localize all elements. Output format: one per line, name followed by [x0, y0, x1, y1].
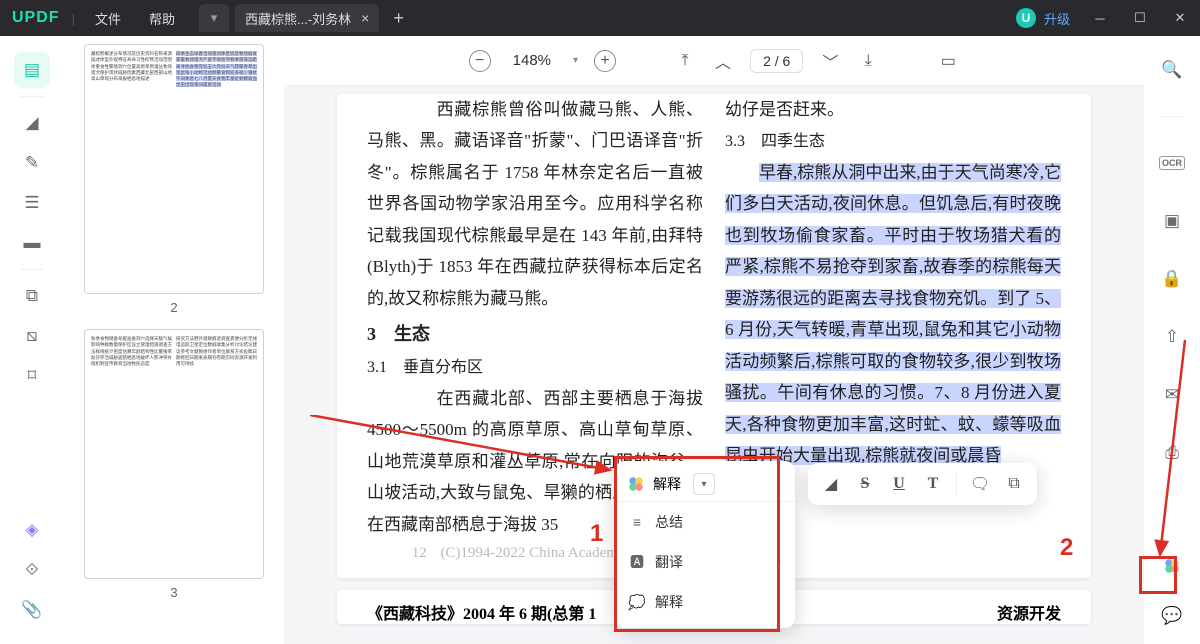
upgrade-link[interactable]: 升级 [1044, 9, 1070, 28]
crop-tool[interactable]: ⧅ [14, 318, 50, 354]
view-toolbar: − 148% ▾ + ⤒ ︿ 2 / 6 ﹀ ⤓ ▭ [284, 36, 1144, 86]
ctx-explain[interactable]: 💭 解释 [615, 582, 795, 622]
context-menu-dropdown-icon[interactable]: ▾ [693, 473, 715, 495]
blank-tab[interactable]: ▾ [199, 4, 229, 32]
context-menu-title: 解释 [653, 474, 681, 494]
ctx-summary[interactable]: ≡ 总结 [615, 502, 795, 542]
journal-issue: 《西藏科技》2004 年 6 期(总第 1 [367, 600, 596, 624]
left-sidebar: ▤ ◢ ✎ ☰ ▬ ⧉ ⧅ ⌑ ◈ ⟐ 📎 [0, 36, 64, 644]
ctx-translate[interactable]: 🅰 翻译 › [615, 542, 795, 582]
zoom-dropdown-icon[interactable]: ▾ [573, 55, 578, 66]
underline-button[interactable]: U [884, 469, 914, 499]
thumbnail-panel: 藏棕熊概述分布情况及历史资料名称来源描述体型外观特征寿命习性棕熊活动范围体重食性… [64, 36, 284, 644]
subsection-heading: 3.1 垂直分布区 [367, 353, 703, 383]
email-icon[interactable]: ✉ [1156, 379, 1188, 411]
window-close-icon[interactable]: ✕ [1160, 0, 1200, 36]
list-icon: ≡ [629, 514, 645, 530]
section-heading: 3 生态 [367, 318, 703, 351]
bookmark-tool[interactable]: ⟐ [14, 552, 50, 588]
document-tab[interactable]: 西藏棕熊...-刘务林 × [235, 4, 379, 32]
first-page-button[interactable]: ⤒ [674, 50, 696, 72]
protect-icon[interactable]: 🔒 [1156, 263, 1188, 295]
context-menu-header[interactable]: 解释 ▾ [615, 467, 795, 502]
strikethrough-button[interactable]: S [850, 469, 880, 499]
page-tool[interactable]: ⧉ [14, 278, 50, 314]
reader-tool[interactable]: ▤ [14, 52, 50, 88]
prev-page-button[interactable]: ︿ [712, 50, 734, 72]
annotation-number-2: 2 [1060, 534, 1073, 562]
thumbnail-page-2[interactable]: 藏棕熊概述分布情况及历史资料名称来源描述体型外观特征寿命习性棕熊活动范围体重食性… [84, 44, 264, 294]
ctx-translate-label: 翻译 [655, 552, 683, 572]
zoom-in-button[interactable]: + [594, 50, 616, 72]
page-indicator[interactable]: 2 / 6 [750, 49, 803, 73]
page-current: 2 [763, 53, 771, 69]
page-total: 6 [783, 53, 791, 69]
convert-tool[interactable]: ⌑ [14, 358, 50, 394]
search-icon[interactable]: 🔍 [1156, 54, 1188, 86]
title-bar: UPDF | 文件 帮助 ▾ 西藏棕熊...-刘务林 × + U 升级 ─ ☐ … [0, 0, 1200, 36]
app-logo: UPDF [0, 9, 72, 27]
menu-help[interactable]: 帮助 [135, 9, 189, 28]
thumb-3-number: 3 [84, 585, 264, 600]
presentation-button[interactable]: ▭ [937, 50, 959, 72]
highlighted-paragraph[interactable]: 早春,棕熊从洞中出来,由于天气尚寒冷,它们多白天活动,夜间休息。但饥急后,有时夜… [725, 157, 1061, 471]
ctx-summary-label: 总结 [655, 512, 683, 532]
edit-tool[interactable]: ✎ [14, 145, 50, 181]
layers-tool[interactable]: ◈ [14, 512, 50, 548]
ctx-explain-label: 解释 [655, 592, 683, 612]
last-page-button[interactable]: ⤓ [857, 50, 879, 72]
explain-icon: 💭 [629, 594, 645, 611]
window-maximize-icon[interactable]: ☐ [1120, 0, 1160, 36]
comment-icon[interactable]: 💬 [1156, 600, 1188, 632]
redact-tool[interactable]: ▬ [14, 225, 50, 261]
format-toolbar: ◢ S U T 🗨 ⧉ [808, 463, 1037, 505]
print-icon[interactable]: ⎙ [1156, 437, 1188, 469]
window-minimize-icon[interactable]: ─ [1080, 0, 1120, 36]
next-page-button[interactable]: ﹀ [819, 50, 841, 72]
text-button[interactable]: T [918, 469, 948, 499]
thumb-2-number: 2 [84, 300, 264, 315]
tab-add-icon[interactable]: + [379, 8, 418, 29]
ai-assistant-icon[interactable] [1156, 550, 1188, 582]
menu-file[interactable]: 文件 [81, 9, 135, 28]
journal-section: 资源开发 [997, 600, 1061, 624]
ocr-icon[interactable]: OCR [1156, 147, 1188, 179]
copy-button[interactable]: ⧉ [999, 469, 1029, 499]
logo-divider: | [72, 11, 75, 26]
highlighter-tool[interactable]: ◢ [14, 105, 50, 141]
ai-context-menu: 解释 ▾ ≡ 总结 🅰 翻译 › 💭 解释 [615, 461, 795, 628]
tab-close-icon[interactable]: × [361, 10, 369, 26]
translate-icon: 🅰 [629, 552, 645, 572]
avatar[interactable]: U [1016, 8, 1036, 28]
crop-page-icon[interactable]: ▣ [1156, 205, 1188, 237]
zoom-value[interactable]: 148% [513, 52, 551, 69]
chevron-right-icon: › [777, 556, 781, 568]
form-tool[interactable]: ☰ [14, 185, 50, 221]
note-button[interactable]: 🗨 [965, 469, 995, 499]
tab-title: 西藏棕熊...-刘务林 [245, 9, 351, 28]
highlight-button[interactable]: ◢ [816, 469, 846, 499]
share-icon[interactable]: ⇧ [1156, 321, 1188, 353]
page-number: 12 [412, 545, 427, 561]
paragraph: 西藏棕熊曾俗叫做藏马熊、人熊、马熊、黑。藏语译音"折蒙"、门巴语译音"折冬"。棕… [367, 94, 703, 314]
subsection-heading: 3.3 四季生态 [725, 127, 1061, 157]
paragraph: 幼仔是否赶来。 [725, 94, 1061, 125]
zoom-out-button[interactable]: − [469, 50, 491, 72]
attachment-tool[interactable]: 📎 [14, 592, 50, 628]
thumbnail-page-3[interactable]: 秋季食物储备冬眠准备洞穴选择天敌气候影响种群数量保护区设立管理措施调查方法样线统… [84, 329, 264, 579]
annotation-number-1: 1 [590, 520, 603, 548]
right-sidebar: 🔍 OCR ▣ 🔒 ⇧ ✉ ⎙ 💬 [1144, 36, 1200, 644]
